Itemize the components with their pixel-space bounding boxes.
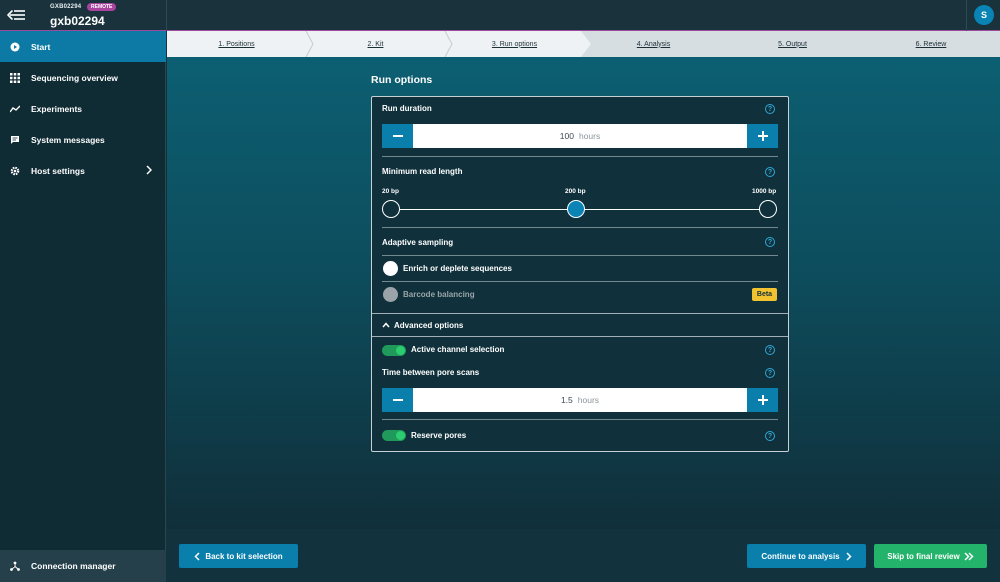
sidebar-item-label: Experiments bbox=[31, 103, 83, 114]
sidebar-item-system-messages[interactable]: System messages bbox=[0, 124, 166, 155]
reserve-pores-toggle[interactable] bbox=[382, 430, 406, 441]
sidebar-item-start[interactable]: Start bbox=[0, 31, 166, 62]
slider-label-200bp: 200 bp bbox=[565, 188, 586, 195]
play-circle-icon bbox=[10, 42, 20, 52]
chevron-left-icon bbox=[194, 551, 200, 561]
run-duration-value: 100 bbox=[559, 131, 574, 141]
barcode-balancing-radio[interactable] bbox=[383, 287, 398, 302]
decrement-button[interactable] bbox=[382, 124, 413, 148]
sidebar-item-host-settings[interactable]: Host settings bbox=[0, 155, 166, 186]
menu-collapse-icon[interactable] bbox=[5, 5, 29, 25]
enrich-deplete-label: Enrich or deplete sequences bbox=[403, 264, 512, 273]
decrement-button[interactable] bbox=[382, 388, 413, 412]
connection-manager-button[interactable]: Connection manager bbox=[0, 550, 166, 582]
run-duration-label: Run duration bbox=[382, 104, 432, 113]
chevron-up-icon bbox=[382, 322, 390, 328]
pore-scan-value: 1.5 bbox=[560, 395, 573, 405]
grid-icon bbox=[10, 72, 20, 83]
help-icon[interactable]: ? bbox=[765, 237, 775, 247]
host-name: gxb02294 bbox=[50, 14, 105, 28]
sidebar-item-label: Start bbox=[31, 41, 51, 52]
skip-to-review-button[interactable]: Skip to final review bbox=[874, 544, 987, 568]
help-icon[interactable]: ? bbox=[765, 345, 775, 355]
step-positions[interactable]: 1. Positions bbox=[167, 31, 306, 57]
host-id-small: GXB02294 bbox=[50, 4, 82, 10]
slider-stop-1000bp[interactable] bbox=[759, 200, 777, 218]
slider-label-20bp: 20 bp bbox=[382, 188, 399, 195]
slider-stop-200bp[interactable] bbox=[567, 200, 585, 218]
reserve-pores-label: Reserve pores bbox=[411, 431, 467, 440]
divider bbox=[372, 336, 788, 337]
chart-line-icon bbox=[10, 104, 20, 114]
increment-button[interactable] bbox=[747, 124, 778, 148]
help-icon[interactable]: ? bbox=[765, 368, 775, 378]
active-channel-selection-toggle[interactable] bbox=[382, 345, 406, 356]
chevron-right-icon bbox=[146, 165, 153, 177]
minus-icon bbox=[392, 135, 403, 137]
divider bbox=[372, 313, 788, 314]
sidebar-item-sequencing-overview[interactable]: Sequencing overview bbox=[0, 62, 166, 93]
step-analysis[interactable]: 4. Analysis bbox=[584, 31, 723, 57]
help-icon[interactable]: ? bbox=[765, 167, 775, 177]
divider bbox=[382, 419, 778, 420]
app-header: GXB02294 REMOTE gxb02294 S bbox=[0, 0, 1000, 31]
slider-stop-20bp[interactable] bbox=[382, 200, 400, 218]
connection-manager-label: Connection manager bbox=[31, 561, 116, 571]
step-run-options[interactable]: 3. Run options bbox=[445, 31, 584, 57]
wizard-stepper: 1. Positions 2. Kit 3. Run options 4. An… bbox=[167, 31, 1000, 57]
beta-badge: Beta bbox=[752, 288, 777, 301]
sidebar-item-label: System messages bbox=[31, 134, 105, 145]
run-duration-stepper: 100 hours bbox=[382, 124, 778, 148]
page-title: Run options bbox=[371, 74, 433, 86]
plus-icon bbox=[757, 131, 768, 141]
sidebar: Start Sequencing overview Experiments Sy… bbox=[0, 31, 166, 582]
message-icon bbox=[10, 135, 20, 145]
plus-icon bbox=[757, 395, 768, 405]
slider-label-1000bp: 1000 bp bbox=[752, 188, 777, 195]
advanced-options-label: Advanced options bbox=[394, 321, 464, 330]
help-icon[interactable]: ? bbox=[765, 431, 775, 441]
remote-badge: REMOTE bbox=[87, 3, 117, 11]
back-to-kit-button[interactable]: Back to kit selection bbox=[179, 544, 298, 568]
pore-scan-stepper: 1.5 hours bbox=[382, 388, 778, 412]
header-divider bbox=[166, 0, 167, 31]
increment-button[interactable] bbox=[747, 388, 778, 412]
step-output[interactable]: 5. Output bbox=[723, 31, 862, 57]
sidebar-item-experiments[interactable]: Experiments bbox=[0, 93, 166, 124]
pore-scan-label: Time between pore scans bbox=[382, 368, 480, 377]
active-channel-selection-label: Active channel selection bbox=[411, 345, 505, 354]
divider bbox=[382, 255, 778, 256]
continue-to-analysis-button[interactable]: Continue to analysis bbox=[747, 544, 866, 568]
run-duration-input[interactable]: 100 hours bbox=[413, 124, 747, 148]
divider bbox=[382, 281, 778, 282]
divider bbox=[382, 156, 778, 157]
double-chevron-right-icon bbox=[964, 551, 974, 561]
sidebar-item-label: Sequencing overview bbox=[31, 72, 118, 83]
advanced-options-toggle[interactable]: Advanced options bbox=[382, 319, 502, 333]
chevron-right-icon bbox=[846, 551, 852, 561]
barcode-balancing-label: Barcode balancing bbox=[403, 290, 475, 299]
min-read-length-label: Minimum read length bbox=[382, 167, 463, 176]
skip-label: Skip to final review bbox=[887, 551, 960, 561]
back-to-kit-label: Back to kit selection bbox=[205, 551, 283, 561]
pore-scan-input[interactable]: 1.5 hours bbox=[413, 388, 747, 412]
header-divider-right bbox=[966, 0, 967, 31]
step-review[interactable]: 6. Review bbox=[862, 31, 1000, 57]
network-icon bbox=[10, 561, 20, 571]
minus-icon bbox=[392, 399, 403, 401]
user-avatar[interactable]: S bbox=[974, 5, 994, 25]
step-kit[interactable]: 2. Kit bbox=[306, 31, 445, 57]
enrich-deplete-radio[interactable] bbox=[383, 261, 398, 276]
pore-scan-unit: hours bbox=[577, 395, 600, 405]
gear-icon bbox=[10, 166, 20, 176]
run-duration-unit: hours bbox=[578, 131, 601, 141]
help-icon[interactable]: ? bbox=[765, 104, 775, 114]
divider bbox=[382, 227, 778, 228]
sidebar-item-label: Host settings bbox=[31, 165, 85, 176]
adaptive-sampling-label: Adaptive sampling bbox=[382, 238, 454, 247]
continue-label: Continue to analysis bbox=[761, 551, 840, 561]
